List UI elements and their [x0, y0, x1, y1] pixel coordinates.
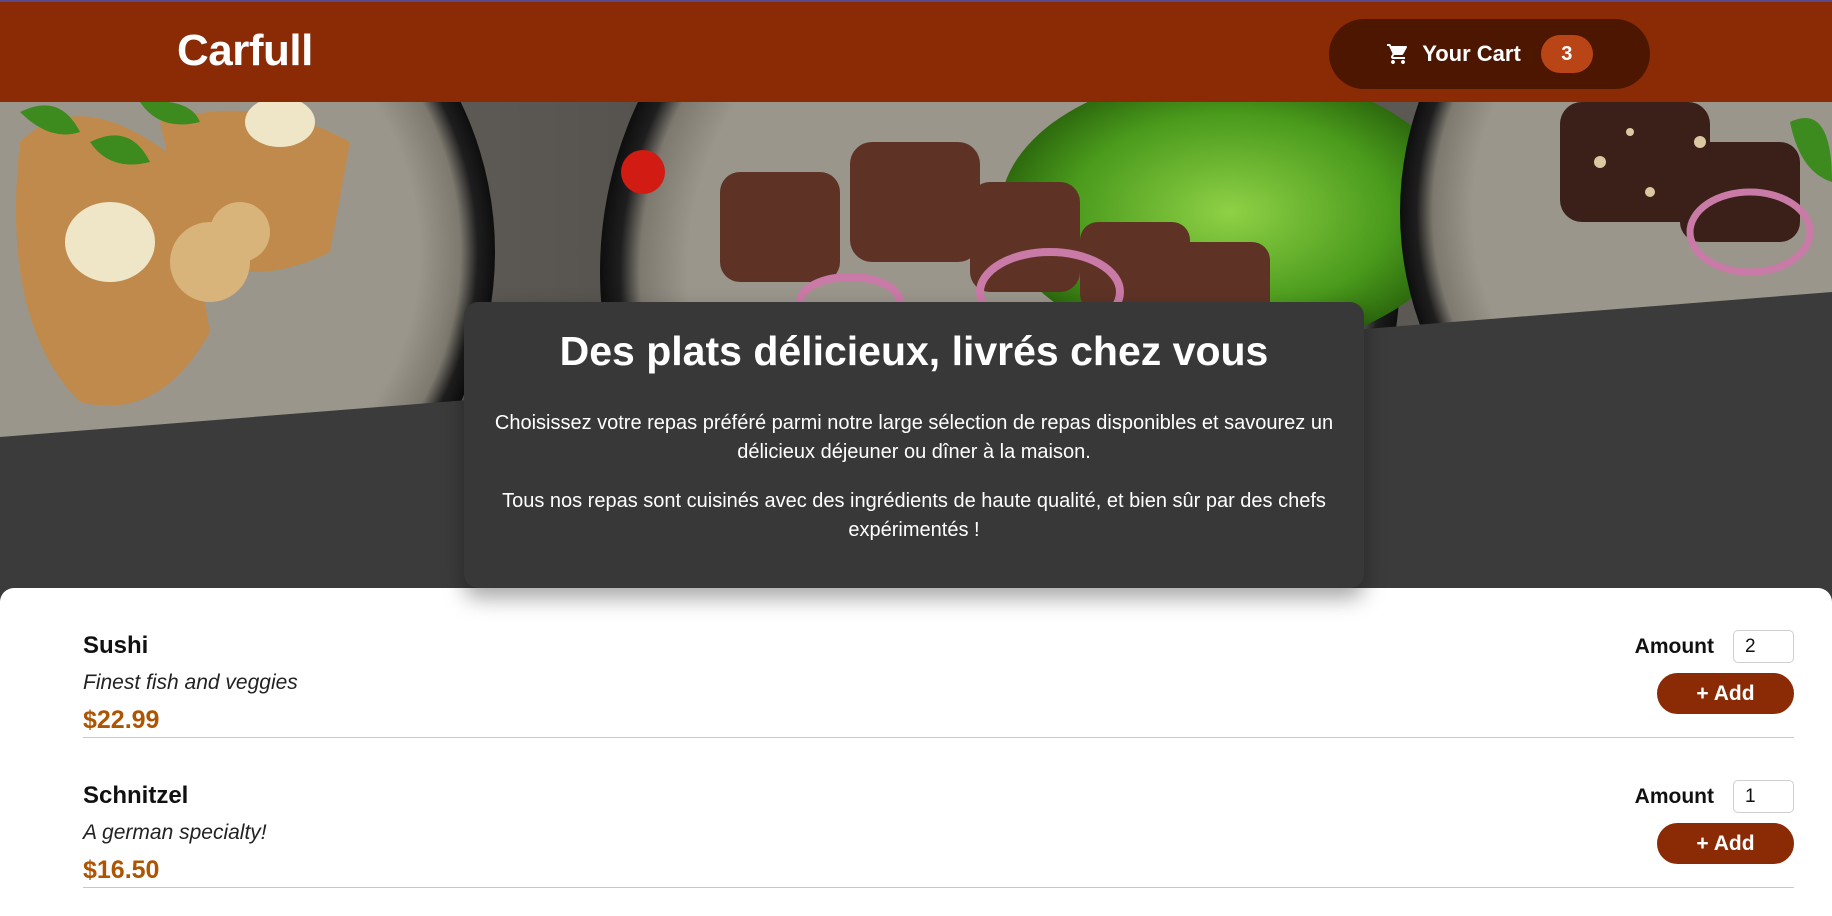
- amount-input[interactable]: [1733, 780, 1794, 813]
- meal-item-schnitzel: Schnitzel A german specialty! $16.50 Amo…: [83, 738, 1794, 888]
- amount-label: Amount: [1634, 635, 1714, 658]
- summary-card: Des plats délicieux, livrés chez vous Ch…: [464, 302, 1364, 588]
- summary-title: Des plats délicieux, livrés chez vous: [559, 328, 1269, 374]
- meal-name: Sushi: [83, 632, 149, 659]
- page: Carfull Your Cart 3 Des plats délicieux,…: [0, 0, 1832, 916]
- add-button[interactable]: + Add: [1657, 673, 1794, 714]
- cart-icon: [1387, 44, 1408, 64]
- meal-name: Schnitzel: [83, 782, 189, 809]
- amount-input[interactable]: [1733, 630, 1794, 663]
- amount-label: Amount: [1634, 785, 1714, 808]
- meal-price: $16.50: [83, 856, 160, 884]
- meal-description: Finest fish and veggies: [83, 671, 298, 694]
- app-header: Carfull Your Cart 3: [0, 0, 1832, 102]
- brand-title: Carfull: [177, 26, 313, 75]
- add-button[interactable]: + Add: [1657, 823, 1794, 864]
- meal-item-sushi: Sushi Finest fish and veggies $22.99 Amo…: [83, 588, 1794, 738]
- summary-paragraph-2: Tous nos repas sont cuisinés avec des in…: [502, 490, 1326, 541]
- cart-button[interactable]: Your Cart 3: [1329, 19, 1650, 89]
- meal-price: $22.99: [83, 706, 160, 734]
- cart-count-badge: 3: [1540, 35, 1593, 73]
- cart-label: Your Cart: [1422, 41, 1521, 66]
- summary-paragraph-1: Choisissez votre repas préféré parmi not…: [494, 412, 1334, 463]
- meal-description: A german specialty!: [83, 821, 267, 844]
- meals-list: Sushi Finest fish and veggies $22.99 Amo…: [0, 588, 1832, 916]
